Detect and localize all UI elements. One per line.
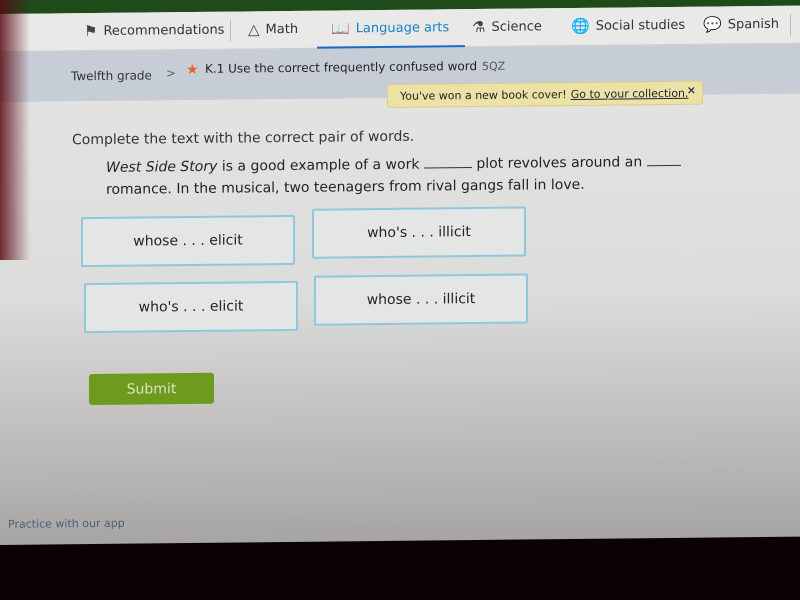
nav-item-language-arts[interactable]: 📖 Language arts xyxy=(331,9,449,46)
breadcrumb-chevron-icon: > xyxy=(166,66,177,81)
pyramid-icon: △ xyxy=(248,20,260,39)
skill-title: K.1 Use the correct frequently confused … xyxy=(205,59,478,76)
book-icon: 📖 xyxy=(331,19,350,38)
answer-choice[interactable]: whose . . . elicit xyxy=(81,214,295,268)
nav-item-recommendations[interactable]: ⚑ Recommendations xyxy=(84,12,224,49)
star-icon: ★ xyxy=(186,61,199,79)
nav-item-science[interactable]: ⚗ Science xyxy=(472,8,542,45)
nav-item-label: Language arts xyxy=(355,19,450,36)
blank-1 xyxy=(423,156,472,169)
answer-choice[interactable]: who's . . . illicit xyxy=(312,206,526,259)
skill-code: 5QZ xyxy=(482,59,506,73)
toast-message: You've won a new book cover! xyxy=(400,87,567,103)
nav-item-spanish[interactable]: 💬 Spanish xyxy=(703,6,779,43)
nav-item-label: Recommendations xyxy=(103,22,225,39)
award-toast: You've won a new book cover! Go to your … xyxy=(387,80,703,108)
question-instruction: Complete the text with the correct pair … xyxy=(72,128,415,149)
passage-text: plot revolves around an xyxy=(471,154,647,173)
passage-text: is a good example of a work xyxy=(217,156,424,175)
nav-divider xyxy=(790,13,791,36)
question-passage: West Side Story is a good example of a w… xyxy=(106,150,746,201)
signpost-icon: ⚑ xyxy=(84,21,98,41)
nav-item-social-studies[interactable]: 🌐 Social studies xyxy=(571,7,685,44)
screen: ⚑ Recommendations △ Math 📖 Language arts… xyxy=(0,0,800,545)
nav-item-label: Science xyxy=(491,18,542,35)
globe-icon: 🌐 xyxy=(571,16,590,36)
nav-item-math[interactable]: △ Math xyxy=(248,11,298,48)
collection-link[interactable]: Go to your collection. xyxy=(571,86,689,100)
passage-title: West Side Story xyxy=(106,158,218,176)
nav-item-label: Math xyxy=(265,21,299,37)
breadcrumb-grade[interactable]: Twelfth grade xyxy=(71,68,152,83)
photo-edge-shadow xyxy=(0,0,30,260)
nav-item-label: Social studies xyxy=(595,17,686,34)
submit-button[interactable]: Submit xyxy=(89,372,214,406)
blank-2 xyxy=(646,153,681,167)
practice-app-link[interactable]: Practice with our app xyxy=(8,517,125,531)
nav-item-label: Spanish xyxy=(727,16,780,32)
flask-icon: ⚗ xyxy=(472,17,486,37)
nav-divider xyxy=(230,19,231,42)
answer-choice[interactable]: whose . . . illicit xyxy=(314,273,528,326)
speech-bubbles-icon: 💬 xyxy=(703,15,722,34)
close-icon[interactable]: × xyxy=(687,84,696,97)
passage-text: romance. In the musical, two teenagers f… xyxy=(106,176,585,198)
answer-choice[interactable]: who's . . . elicit xyxy=(84,280,298,334)
